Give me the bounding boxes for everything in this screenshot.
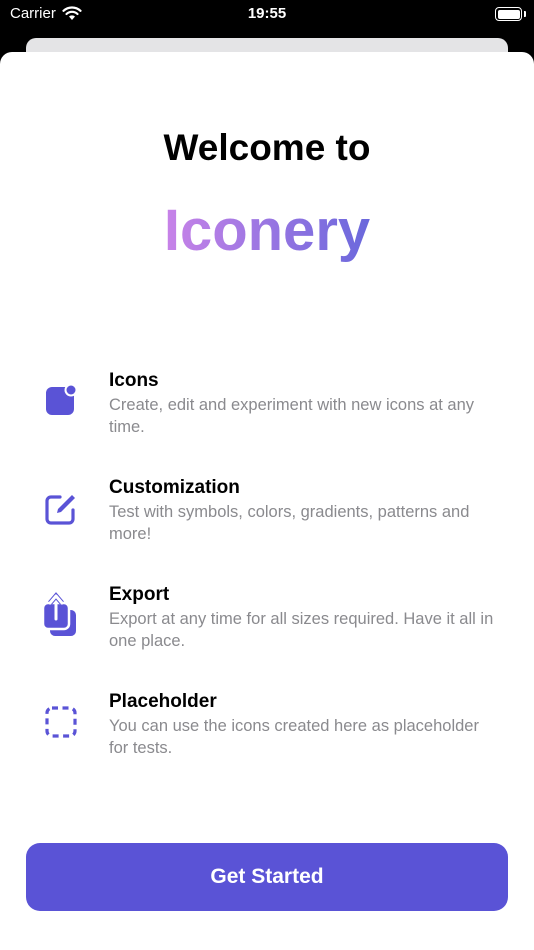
feature-title: Customization: [109, 477, 240, 498]
edit-square-icon: [45, 495, 75, 525]
feature-title: Placeholder: [109, 691, 217, 712]
feature-description: Test with symbols, colors, gradients, pa…: [109, 503, 470, 543]
dashed-square-icon: [45, 706, 77, 738]
feature-description: Export at any time for all sizes require…: [109, 610, 494, 650]
feature-title: Icons: [109, 370, 159, 391]
app-name: Iconery: [163, 198, 371, 263]
welcome-heading: Welcome to: [163, 127, 371, 168]
feature-placeholder: Placeholder You can use the icons create…: [0, 691, 534, 771]
get-started-button[interactable]: Get Started: [26, 843, 508, 911]
app-name-wrap: Iconery: [0, 197, 534, 264]
battery-icon: [495, 7, 522, 21]
status-bar: Carrier 19:55: [0, 0, 534, 32]
feature-customization: Customization Test with symbols, colors,…: [0, 477, 534, 557]
status-time: 19:55: [247, 5, 287, 22]
export-icon: [41, 592, 76, 636]
feature-title: Export: [109, 584, 170, 605]
welcome-sheet: Welcome to Iconery Icons Create, edit an…: [0, 52, 534, 950]
feature-icons: Icons Create, edit and experiment with n…: [0, 370, 534, 450]
app-badge-icon: [46, 383, 78, 415]
feature-description: Create, edit and experiment with new ico…: [109, 396, 475, 436]
feature-description: You can use the icons created here as pl…: [109, 717, 479, 757]
battery-tip: [524, 11, 526, 17]
feature-export: Export Export at any time for all sizes …: [0, 584, 534, 664]
